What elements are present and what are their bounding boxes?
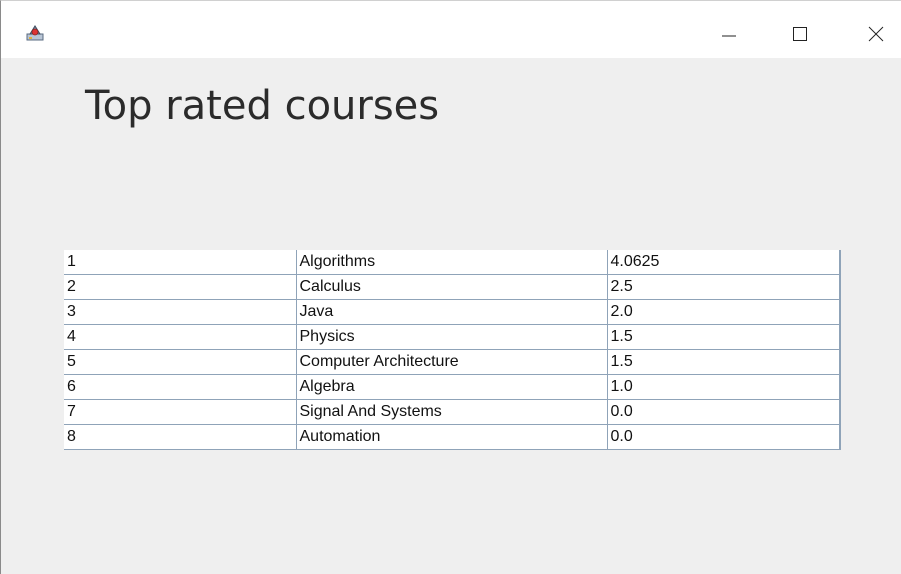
title-bar[interactable] <box>1 1 901 58</box>
table-row[interactable]: 6 Algebra 1.0 <box>64 374 841 400</box>
rank-cell[interactable]: 3 <box>64 299 297 325</box>
rating-cell[interactable]: 1.5 <box>607 324 841 350</box>
rank-cell[interactable]: 6 <box>64 374 297 400</box>
course-name-cell[interactable]: Calculus <box>296 274 608 300</box>
table-row[interactable]: 4 Physics 1.5 <box>64 324 841 350</box>
rank-cell[interactable]: 4 <box>64 324 297 350</box>
table-row[interactable]: 1 Algorithms 4.0625 <box>64 250 841 275</box>
rank-cell[interactable]: 7 <box>64 399 297 425</box>
rating-cell[interactable]: 1.0 <box>607 374 841 400</box>
course-name-cell[interactable]: Automation <box>296 424 608 450</box>
rank-cell[interactable]: 2 <box>64 274 297 300</box>
top-courses-table[interactable]: 1 Algorithms 4.0625 2 Calculus 2.5 3 Jav… <box>64 250 841 450</box>
rating-cell[interactable]: 2.0 <box>607 299 841 325</box>
page-title: Top rated courses <box>85 83 440 129</box>
table-row[interactable]: 7 Signal And Systems 0.0 <box>64 399 841 425</box>
course-name-cell[interactable]: Java <box>296 299 608 325</box>
course-name-cell[interactable]: Signal And Systems <box>296 399 608 425</box>
minimize-button[interactable] <box>706 11 752 57</box>
maximize-button[interactable] <box>777 11 823 57</box>
rank-cell[interactable]: 5 <box>64 349 297 375</box>
rank-cell[interactable]: 1 <box>64 250 297 275</box>
table-row[interactable]: 8 Automation 0.0 <box>64 424 841 450</box>
course-name-cell[interactable]: Physics <box>296 324 608 350</box>
course-name-cell[interactable]: Computer Architecture <box>296 349 608 375</box>
maximize-icon <box>792 26 808 42</box>
rank-cell[interactable]: 8 <box>64 424 297 450</box>
table-row[interactable]: 2 Calculus 2.5 <box>64 274 841 300</box>
rating-cell[interactable]: 2.5 <box>607 274 841 300</box>
rating-cell[interactable]: 0.0 <box>607 399 841 425</box>
close-icon <box>868 26 884 42</box>
course-name-cell[interactable]: Algorithms <box>296 250 608 275</box>
rating-cell[interactable]: 0.0 <box>607 424 841 450</box>
table-row[interactable]: 3 Java 2.0 <box>64 299 841 325</box>
close-button[interactable] <box>853 11 899 57</box>
app-window: Top rated courses 1 Algorithms 4.0625 2 … <box>0 0 901 574</box>
table-row[interactable]: 5 Computer Architecture 1.5 <box>64 349 841 375</box>
course-name-cell[interactable]: Algebra <box>296 374 608 400</box>
rating-cell[interactable]: 4.0625 <box>607 250 841 275</box>
rating-cell[interactable]: 1.5 <box>607 349 841 375</box>
minimize-icon <box>721 26 737 42</box>
java-app-icon[interactable] <box>25 23 45 43</box>
